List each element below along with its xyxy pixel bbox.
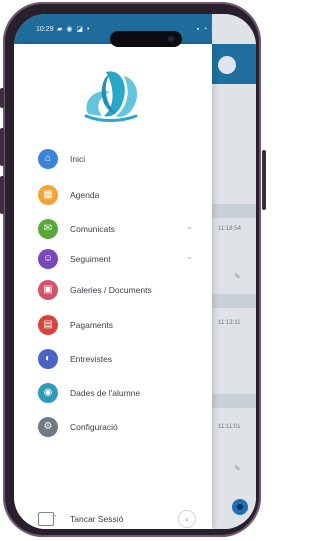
menu-item-galeries-documents[interactable]: ▣ Galeries / Documents <box>38 279 152 301</box>
message-time: 11:11:01 <box>218 424 241 430</box>
logout-button[interactable]: Tancar Sessió <box>38 509 123 529</box>
student-icon: ◉ <box>38 383 58 403</box>
collapse-drawer-button[interactable]: ‹ <box>178 510 196 528</box>
logout-icon <box>38 509 58 526</box>
avatar[interactable] <box>218 56 236 74</box>
menu-item-pagaments[interactable]: ▤ Pagaments <box>38 314 113 336</box>
screen: 10:29 ▰ ◉ ◪ • ▪ ◔ ▮ 88% 11:18:54 ✎ 11:13… <box>14 14 256 529</box>
background-app[interactable]: 11:18:54 ✎ 11:13:11 11:11:01 ✎ <box>212 14 256 529</box>
status-notification-icons: ▰ ◉ ◪ • <box>57 26 91 33</box>
menu-label: Agenda <box>70 190 100 200</box>
dynamic-island <box>110 31 182 47</box>
attachment-icon: ✎ <box>234 272 241 281</box>
menu-label: Configuració <box>70 422 118 432</box>
menu-label: Seguiment <box>70 254 111 264</box>
list-separator <box>212 394 256 408</box>
payment-icon: ▤ <box>38 315 58 335</box>
app-logo <box>84 71 138 122</box>
menu-label: Inici <box>70 154 86 164</box>
home-icon: ⌂ <box>38 149 58 169</box>
phone-frame: 10:29 ▰ ◉ ◪ • ▪ ◔ ▮ 88% 11:18:54 ✎ 11:13… <box>3 2 261 537</box>
menu-label: Pagaments <box>70 320 113 330</box>
chevron-down-icon[interactable]: ⌄ <box>186 222 193 231</box>
gallery-icon: ▣ <box>38 280 58 300</box>
phone-volume-down-button <box>0 176 4 214</box>
interview-icon: ◐ <box>38 349 58 369</box>
menu-label: Galeries / Documents <box>70 285 152 295</box>
menu-item-configuracio[interactable]: ⚙ Configuració <box>38 416 118 438</box>
menu-label: Dades de l'alumne <box>70 388 141 398</box>
menu-item-seguiment[interactable]: ☺ Seguiment <box>38 248 111 270</box>
menu-label: Comunicats <box>70 224 115 234</box>
menu-item-agenda[interactable]: ▦ Agenda <box>38 184 99 206</box>
menu-item-entrevistes[interactable]: ◐ Entrevistes <box>38 348 112 370</box>
menu-label: Entrevistes <box>70 354 113 364</box>
menu-item-comunicats[interactable]: ✉ Comunicats <box>38 218 115 240</box>
list-separator <box>212 204 256 218</box>
settings-icon: ⚙ <box>38 417 58 437</box>
phone-volume-up-button <box>0 128 4 166</box>
phone-power-button <box>262 150 266 210</box>
list-separator <box>212 294 256 308</box>
message-time: 11:18:54 <box>218 226 241 232</box>
menu-item-dades-alumne[interactable]: ◉ Dades de l'alumne <box>38 382 140 404</box>
camera-icon <box>168 36 174 42</box>
navigation-drawer: ⌂ Inici ▦ Agenda ✉ Comunicats ⌄ ☺ Seguim… <box>14 44 212 529</box>
status-time: 10:29 <box>36 26 54 33</box>
phone-action-button <box>0 88 4 108</box>
background-app-bar <box>212 44 256 84</box>
attachment-icon: ✎ <box>234 464 241 473</box>
chevron-down-icon[interactable]: ⌄ <box>186 252 193 261</box>
message-icon: ✉ <box>38 219 58 239</box>
logout-label: Tancar Sessió <box>70 514 124 524</box>
menu-item-inici[interactable]: ⌂ Inici <box>38 148 85 170</box>
tracking-icon: ☺ <box>38 249 58 269</box>
message-time: 11:13:11 <box>218 320 241 326</box>
fab-button[interactable] <box>232 499 248 515</box>
calendar-icon: ▦ <box>38 185 58 205</box>
